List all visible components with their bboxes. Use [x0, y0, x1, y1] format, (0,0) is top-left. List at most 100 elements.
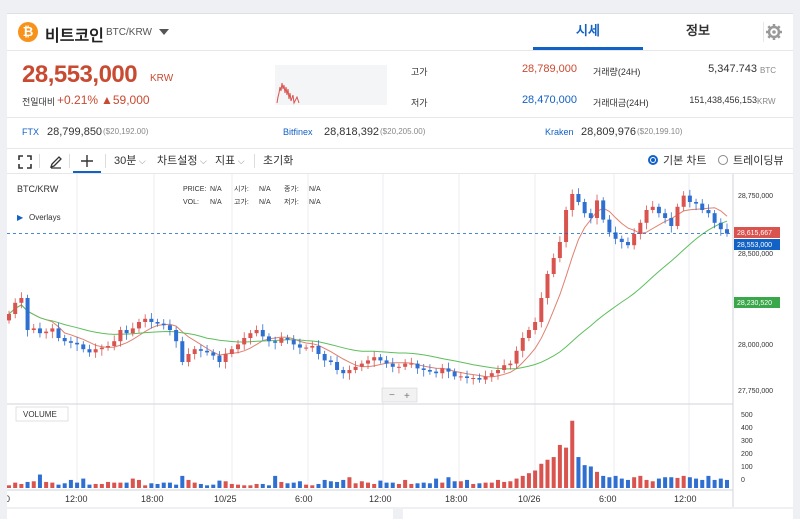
exchange-name[interactable]: Bitfinex — [283, 127, 313, 137]
fullscreen-icon[interactable] — [18, 150, 32, 174]
candle-body — [136, 322, 141, 329]
crosshair-icon[interactable] — [73, 149, 101, 173]
volume-bar — [310, 485, 315, 488]
candle-body — [124, 330, 129, 334]
x-tick-label: 12:00 — [674, 494, 697, 504]
candle-body — [143, 318, 148, 322]
candle-body — [440, 368, 445, 374]
interval-select[interactable]: 30분 ⌵ — [114, 149, 146, 173]
exchange-price: 28,818,392 — [324, 126, 380, 138]
candle-body — [341, 370, 346, 374]
volume-bar — [260, 483, 265, 488]
volume-bar — [564, 447, 569, 488]
change-label: 전일대비 — [22, 97, 56, 107]
candle-body — [712, 213, 717, 223]
candle-body — [619, 238, 624, 242]
candle-body — [31, 328, 36, 330]
volume-bar — [347, 477, 352, 488]
reset-button[interactable]: 초기화 — [263, 149, 293, 173]
volume-bar — [254, 483, 259, 488]
info-value: N/A — [259, 199, 271, 206]
bitcoin-logo-icon: ₿ — [18, 22, 38, 42]
volume-bar — [638, 475, 643, 488]
volume-bar — [446, 477, 451, 488]
volume-bar — [62, 483, 67, 488]
volume-bar — [192, 482, 197, 488]
change-rate: +0.21% — [57, 93, 99, 107]
candle-body — [266, 336, 271, 342]
low-value: 28,470,000 — [521, 94, 577, 106]
overlays-label[interactable]: Overlays — [29, 213, 61, 222]
candle-body — [471, 378, 476, 379]
candle-body — [477, 378, 482, 380]
volume-bar — [93, 483, 98, 488]
candlestick-chart[interactable]: BTC/KRW ▶ Overlays PRICE: N/A 시가: N/A 종가… — [5, 174, 793, 507]
volume-bar — [297, 481, 302, 488]
volume-bar — [316, 483, 321, 488]
coin-name[interactable]: 비트코인 — [45, 22, 104, 46]
x-tick-label: 10/26 — [518, 494, 541, 504]
volume-bar — [434, 478, 439, 488]
candle-body — [50, 328, 55, 332]
chevron-down-icon[interactable] — [159, 29, 169, 35]
candle-body — [502, 365, 507, 370]
coin-pair[interactable]: BTC/KRW — [106, 27, 152, 38]
zoom-out-icon[interactable]: − — [389, 390, 395, 401]
candle-body — [167, 325, 172, 330]
candle-body — [700, 203, 705, 210]
volume-bar — [322, 479, 327, 488]
zoom-in-icon[interactable]: + — [404, 391, 410, 402]
bottom-panel — [403, 509, 793, 519]
volume-bar — [514, 478, 519, 488]
tradingview-radio[interactable] — [718, 155, 728, 165]
candle-body — [533, 322, 538, 330]
volume-bar — [112, 482, 117, 488]
volume-bar — [483, 482, 488, 488]
candle-body — [725, 229, 729, 234]
candle-body — [378, 357, 383, 361]
candle-body — [483, 376, 488, 380]
candle-body — [632, 234, 637, 246]
candle-body — [13, 302, 18, 314]
overlays-toggle[interactable]: ▶ — [17, 213, 24, 222]
candle-body — [62, 338, 67, 342]
tab-info[interactable]: 정보 — [643, 14, 753, 48]
volume-bar — [75, 482, 80, 488]
candle-body — [508, 363, 513, 366]
tradingview-label[interactable]: 트레이딩뷰 — [733, 149, 784, 173]
volume-bar — [669, 477, 674, 488]
chevron-down-icon: ⌵ — [197, 156, 207, 166]
volume-bar — [576, 457, 581, 488]
volume-bar — [613, 475, 618, 488]
tab-quote[interactable]: 시세 — [533, 14, 643, 50]
volume-bar — [335, 481, 340, 488]
volume-bar — [211, 484, 216, 488]
x-tick-label: 6:00 — [599, 494, 617, 504]
candle-body — [56, 328, 61, 338]
volume-bar — [372, 483, 377, 488]
low-label: 저가 — [411, 98, 428, 108]
candle-body — [260, 330, 265, 337]
volume-bar — [236, 484, 241, 488]
candle-body — [545, 274, 550, 298]
chevron-down-icon: ⌵ — [136, 156, 146, 166]
candle-body — [458, 376, 463, 378]
candle-body — [130, 328, 135, 334]
exchange-name[interactable]: FTX — [22, 127, 39, 137]
volume-bar — [81, 478, 86, 488]
volume-bar — [601, 475, 606, 488]
x-tick-label: 0 — [7, 494, 10, 504]
pencil-icon[interactable] — [49, 150, 63, 174]
exchange-name[interactable]: Kraken — [545, 127, 574, 137]
basic-chart-radio[interactable] — [648, 155, 658, 165]
gear-icon[interactable] — [763, 22, 784, 42]
volume-bar — [56, 484, 61, 488]
zoom-controls[interactable] — [381, 387, 418, 403]
price-chart[interactable]: BTC/KRW ▶ Overlays PRICE: N/A 시가: N/A 종가… — [5, 174, 793, 507]
chart-settings-select[interactable]: 차트설정 ⌵ — [157, 149, 207, 173]
candle-body — [656, 206, 661, 214]
basic-chart-label[interactable]: 기본 차트 — [663, 149, 707, 173]
indicators-select[interactable]: 지표 ⌵ — [215, 149, 245, 173]
volume-bar — [167, 482, 172, 488]
volume-bar — [725, 479, 729, 488]
